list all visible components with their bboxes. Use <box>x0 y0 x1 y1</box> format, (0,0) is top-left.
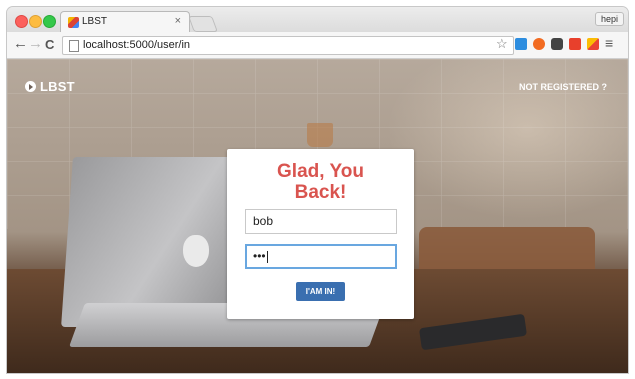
tab-strip: LBST × hepi <box>7 7 628 33</box>
browser-window: LBST × hepi ← → C localhost:5000/user/in… <box>7 7 628 373</box>
extension-1-icon[interactable] <box>515 38 527 50</box>
page-icon <box>69 40 79 52</box>
extension-4-icon[interactable] <box>569 38 581 50</box>
new-tab-button[interactable] <box>188 16 218 32</box>
reload-icon[interactable]: C <box>45 36 54 54</box>
tab-title: LBST <box>82 16 108 27</box>
background-mug <box>307 123 333 147</box>
login-card: Glad, You Back! bob ••• I'AM IN! <box>227 149 414 319</box>
hamburger-menu-icon[interactable]: ≡ <box>605 35 613 51</box>
brand-label: LBST <box>40 79 75 94</box>
tab-close-icon[interactable]: × <box>175 15 181 27</box>
favicon-icon <box>68 17 79 28</box>
password-field[interactable]: ••• <box>245 244 397 269</box>
login-submit-button[interactable]: I'AM IN! <box>296 282 345 301</box>
password-value: ••• <box>253 249 266 263</box>
window-close-button[interactable] <box>15 15 28 28</box>
not-registered-link[interactable]: NOT REGISTERED ? <box>519 82 607 92</box>
window-maximize-button[interactable] <box>43 15 56 28</box>
extension-2-icon[interactable] <box>533 38 545 50</box>
play-circle-icon <box>25 81 36 92</box>
username-field[interactable]: bob <box>245 209 397 234</box>
window-minimize-button[interactable] <box>29 15 42 28</box>
browser-toolbar: ← → C localhost:5000/user/in ☆ ≡ <box>7 32 628 59</box>
background-laptop <box>61 157 249 327</box>
login-title: Glad, You Back! <box>227 161 414 203</box>
page-viewport: LBST NOT REGISTERED ? Glad, You Back! bo… <box>7 59 628 373</box>
address-bar[interactable]: localhost:5000/user/in <box>62 36 514 55</box>
arrow-left-icon[interactable]: ← <box>13 35 28 53</box>
username-value: bob <box>253 214 274 228</box>
url-text[interactable]: localhost:5000/user/in <box>83 39 190 51</box>
star-icon[interactable]: ☆ <box>496 36 508 52</box>
tab-lbst[interactable]: LBST × <box>60 11 190 33</box>
brand-link[interactable]: LBST <box>25 79 75 94</box>
login-title-line1: Glad, You <box>277 161 364 182</box>
extension-5-icon[interactable] <box>587 38 599 50</box>
arrow-right-icon[interactable]: → <box>28 35 43 53</box>
extension-3-icon[interactable] <box>551 38 563 50</box>
profile-button[interactable]: hepi <box>594 12 624 26</box>
apple-logo-icon <box>183 235 209 267</box>
text-caret <box>266 250 268 263</box>
login-title-line2: Back! <box>294 182 347 203</box>
